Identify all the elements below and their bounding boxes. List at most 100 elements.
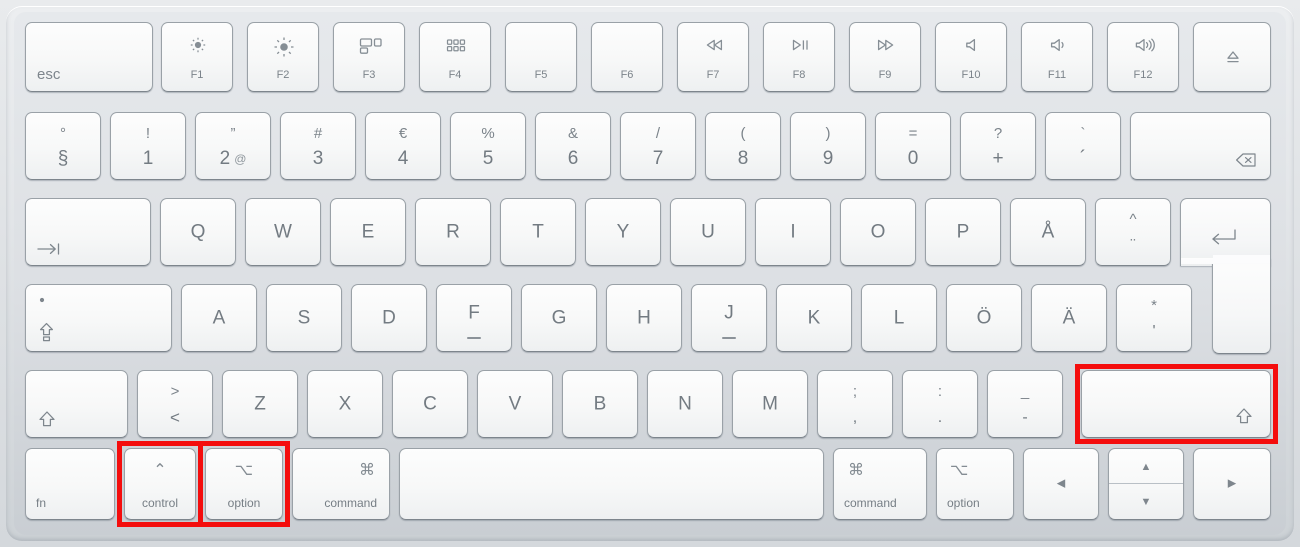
key-f6[interactable]: F6 bbox=[591, 22, 663, 92]
key-arrow-down[interactable]: ▼ bbox=[1109, 483, 1183, 519]
key-f3[interactable]: F3 bbox=[333, 22, 405, 92]
key-n-label: N bbox=[678, 393, 692, 415]
key-arrow-left[interactable]: ◀ bbox=[1023, 448, 1099, 520]
key-command-left[interactable]: ⌘ command bbox=[292, 448, 390, 520]
key-delete[interactable] bbox=[1130, 112, 1271, 180]
key-i[interactable]: I bbox=[755, 198, 831, 266]
key-section[interactable]: ° § bbox=[25, 112, 101, 180]
key-j[interactable]: J bbox=[691, 284, 767, 352]
key-command-right-label: command bbox=[844, 496, 897, 510]
key-f1-label: F1 bbox=[190, 69, 204, 81]
key-1[interactable]: ! 1 bbox=[110, 112, 186, 180]
key-f11[interactable]: F11 bbox=[1021, 22, 1093, 92]
key-0-base: 0 bbox=[907, 148, 919, 169]
key-command-right[interactable]: ⌘ command bbox=[833, 448, 927, 520]
key-w[interactable]: W bbox=[245, 198, 321, 266]
key-u[interactable]: U bbox=[670, 198, 746, 266]
key-comma[interactable]: ; , bbox=[817, 370, 893, 438]
key-space[interactable] bbox=[399, 448, 824, 520]
key-fn[interactable]: fn bbox=[25, 448, 115, 520]
key-w-label: W bbox=[274, 221, 292, 243]
key-z[interactable]: Z bbox=[222, 370, 298, 438]
key-n[interactable]: N bbox=[647, 370, 723, 438]
key-f7[interactable]: F7 bbox=[677, 22, 749, 92]
key-eject[interactable] bbox=[1193, 22, 1271, 92]
key-esc-label: esc bbox=[37, 66, 61, 83]
key-h[interactable]: H bbox=[606, 284, 682, 352]
key-f[interactable]: F bbox=[436, 284, 512, 352]
key-arrow-up[interactable]: ▲ bbox=[1109, 449, 1183, 484]
key-c[interactable]: C bbox=[392, 370, 468, 438]
key-f9[interactable]: F9 bbox=[849, 22, 921, 92]
key-section-base: § bbox=[57, 148, 69, 169]
key-e[interactable]: E bbox=[330, 198, 406, 266]
key-adiaeresis[interactable]: Ä bbox=[1031, 284, 1107, 352]
key-a[interactable]: A bbox=[181, 284, 257, 352]
key-2[interactable]: ” 2 @ bbox=[195, 112, 271, 180]
key-p[interactable]: P bbox=[925, 198, 1001, 266]
key-option-left[interactable]: ⌥ option bbox=[205, 448, 283, 520]
key-asterisk-quote[interactable]: * ' bbox=[1116, 284, 1192, 352]
key-control[interactable]: ⌃ control bbox=[124, 448, 196, 520]
key-5[interactable]: % 5 bbox=[450, 112, 526, 180]
key-plus[interactable]: ? + bbox=[960, 112, 1036, 180]
key-left-shift[interactable] bbox=[25, 370, 128, 438]
key-v[interactable]: V bbox=[477, 370, 553, 438]
key-4-base: 4 bbox=[397, 148, 409, 169]
key-f10-label: F10 bbox=[961, 69, 981, 81]
key-q[interactable]: Q bbox=[160, 198, 236, 266]
key-arrow-right[interactable]: ▶ bbox=[1193, 448, 1271, 520]
key-t[interactable]: T bbox=[500, 198, 576, 266]
key-2-base: 2 @ bbox=[219, 148, 247, 169]
key-y[interactable]: Y bbox=[585, 198, 661, 266]
key-circumflex-label: ^ bbox=[1129, 211, 1137, 228]
key-aring[interactable]: Å bbox=[1010, 198, 1086, 266]
key-arrow-updown[interactable]: ▲ ▼ bbox=[1108, 448, 1184, 520]
key-m[interactable]: M bbox=[732, 370, 808, 438]
homing-bar-f bbox=[467, 337, 481, 339]
key-r[interactable]: R bbox=[415, 198, 491, 266]
key-odiaeresis[interactable]: Ö bbox=[946, 284, 1022, 352]
key-3[interactable]: # 3 bbox=[280, 112, 356, 180]
key-colon-label: : bbox=[937, 383, 943, 400]
key-f4[interactable]: F4 bbox=[419, 22, 491, 92]
key-right-shift[interactable] bbox=[1081, 370, 1271, 438]
key-d[interactable]: D bbox=[351, 284, 427, 352]
key-f10[interactable]: F10 bbox=[935, 22, 1007, 92]
key-c-label: C bbox=[423, 393, 437, 415]
key-x[interactable]: X bbox=[307, 370, 383, 438]
key-f11-label: F11 bbox=[1047, 69, 1067, 81]
key-f4-label: F4 bbox=[448, 69, 462, 81]
key-4[interactable]: € 4 bbox=[365, 112, 441, 180]
key-f2[interactable]: F2 bbox=[247, 22, 319, 92]
key-b[interactable]: B bbox=[562, 370, 638, 438]
key-f2-label: F2 bbox=[276, 69, 290, 81]
key-f8[interactable]: F8 bbox=[763, 22, 835, 92]
key-g[interactable]: G bbox=[521, 284, 597, 352]
key-9[interactable]: ) 9 bbox=[790, 112, 866, 180]
key-l[interactable]: L bbox=[861, 284, 937, 352]
key-6[interactable]: & 6 bbox=[535, 112, 611, 180]
key-circumflex-diaeresis[interactable]: ^ ¨ bbox=[1095, 198, 1171, 266]
key-f5[interactable]: F5 bbox=[505, 22, 577, 92]
key-o[interactable]: O bbox=[840, 198, 916, 266]
key-x-label: X bbox=[338, 393, 352, 415]
key-8[interactable]: ( 8 bbox=[705, 112, 781, 180]
delete-backspace-icon bbox=[1235, 152, 1257, 168]
key-f12[interactable]: F12 bbox=[1107, 22, 1179, 92]
key-return-lower[interactable] bbox=[1212, 258, 1271, 354]
key-acute-base: ´ bbox=[1079, 148, 1087, 169]
key-hyphen[interactable]: _ - bbox=[987, 370, 1063, 438]
key-acute[interactable]: ` ´ bbox=[1045, 112, 1121, 180]
key-k[interactable]: K bbox=[776, 284, 852, 352]
key-f1[interactable]: F1 bbox=[161, 22, 233, 92]
key-period[interactable]: : . bbox=[902, 370, 978, 438]
key-esc[interactable]: esc bbox=[25, 22, 153, 92]
key-s[interactable]: S bbox=[266, 284, 342, 352]
key-0[interactable]: = 0 bbox=[875, 112, 951, 180]
key-tab[interactable] bbox=[25, 198, 151, 266]
key-7[interactable]: / 7 bbox=[620, 112, 696, 180]
key-option-right[interactable]: ⌥ option bbox=[936, 448, 1014, 520]
key-angle-brackets[interactable]: > < bbox=[137, 370, 213, 438]
key-caps-lock[interactable] bbox=[25, 284, 172, 352]
